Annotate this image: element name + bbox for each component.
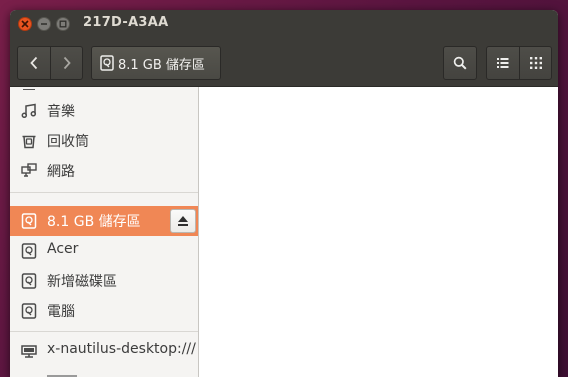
back-button[interactable] <box>18 47 50 79</box>
close-icon <box>21 20 29 28</box>
title-bar: 217D-A3AA <box>10 10 558 38</box>
chevron-right-icon <box>63 56 71 70</box>
places-sidebar: 音樂 回收筒 網路 8.1 GB 儲存區 Acer 新增磁碟區 電腦 x-nau… <box>10 87 199 377</box>
music-icon <box>21 103 37 119</box>
eject-icon <box>178 216 188 226</box>
maximize-icon <box>59 20 67 28</box>
sidebar-item-label: 新增磁碟區 <box>47 274 117 290</box>
chevron-left-icon <box>30 56 38 70</box>
sidebar-item-trash[interactable]: 回收筒 <box>10 126 198 156</box>
drive-icon <box>21 243 37 259</box>
hidden-item-icon <box>23 87 35 90</box>
drive-icon <box>21 273 37 289</box>
file-view-area[interactable] <box>199 87 558 377</box>
sidebar-divider <box>10 192 198 193</box>
trash-icon <box>21 133 37 149</box>
minimize-window-button[interactable] <box>37 17 51 31</box>
sidebar-item-new-volume[interactable]: 新增磁碟區 <box>10 266 198 296</box>
file-manager-window: 217D-A3AA 8.1 GB 儲存區 音樂 回收筒 網路 8.1 GB 儲存… <box>10 10 558 377</box>
sidebar-item-label: 音樂 <box>47 104 75 120</box>
drive-icon <box>21 213 37 229</box>
sidebar-item-label: 電腦 <box>47 304 75 320</box>
drive-icon <box>100 55 114 71</box>
maximize-window-button[interactable] <box>56 17 70 31</box>
grid-view-button[interactable] <box>520 47 551 79</box>
navigation-buttons <box>17 46 83 80</box>
sidebar-item-label: 8.1 GB 儲存區 <box>47 214 141 230</box>
forward-button[interactable] <box>51 47 82 79</box>
sidebar-item-desktop[interactable]: x-nautilus-desktop:/// <box>10 336 198 366</box>
network-icon <box>21 163 37 179</box>
search-button[interactable] <box>444 47 476 79</box>
sidebar-item-acer[interactable]: Acer <box>10 236 198 266</box>
sidebar-item-music[interactable]: 音樂 <box>10 96 198 126</box>
sidebar-item-label: 回收筒 <box>47 134 89 150</box>
hidden-item-fragment <box>47 373 87 377</box>
grid-view-icon <box>529 57 542 69</box>
sidebar-item-label: Acer <box>47 241 79 257</box>
sidebar-item-label: 網路 <box>47 164 75 180</box>
search-button-group <box>443 46 477 80</box>
list-view-icon <box>497 58 509 68</box>
list-view-button[interactable] <box>487 47 519 79</box>
desktop-icon <box>21 343 37 359</box>
eject-button[interactable] <box>170 209 196 233</box>
sidebar-item-label: x-nautilus-desktop:/// <box>47 341 196 357</box>
sidebar-item-network[interactable]: 網路 <box>10 156 198 186</box>
window-title: 217D-A3AA <box>83 15 169 30</box>
sidebar-item-computer[interactable]: 電腦 <box>10 296 198 326</box>
path-bar-button[interactable]: 8.1 GB 儲存區 <box>91 46 221 80</box>
minimize-icon <box>41 23 47 25</box>
sidebar-divider <box>10 331 198 332</box>
path-bar-label: 8.1 GB 儲存區 <box>118 57 205 73</box>
view-mode-buttons <box>486 46 552 80</box>
close-window-button[interactable] <box>18 17 32 31</box>
search-icon <box>453 56 467 70</box>
drive-icon <box>21 303 37 319</box>
sidebar-item-8gb-volume[interactable]: 8.1 GB 儲存區 <box>10 206 198 236</box>
toolbar: 8.1 GB 儲存區 <box>10 38 558 87</box>
